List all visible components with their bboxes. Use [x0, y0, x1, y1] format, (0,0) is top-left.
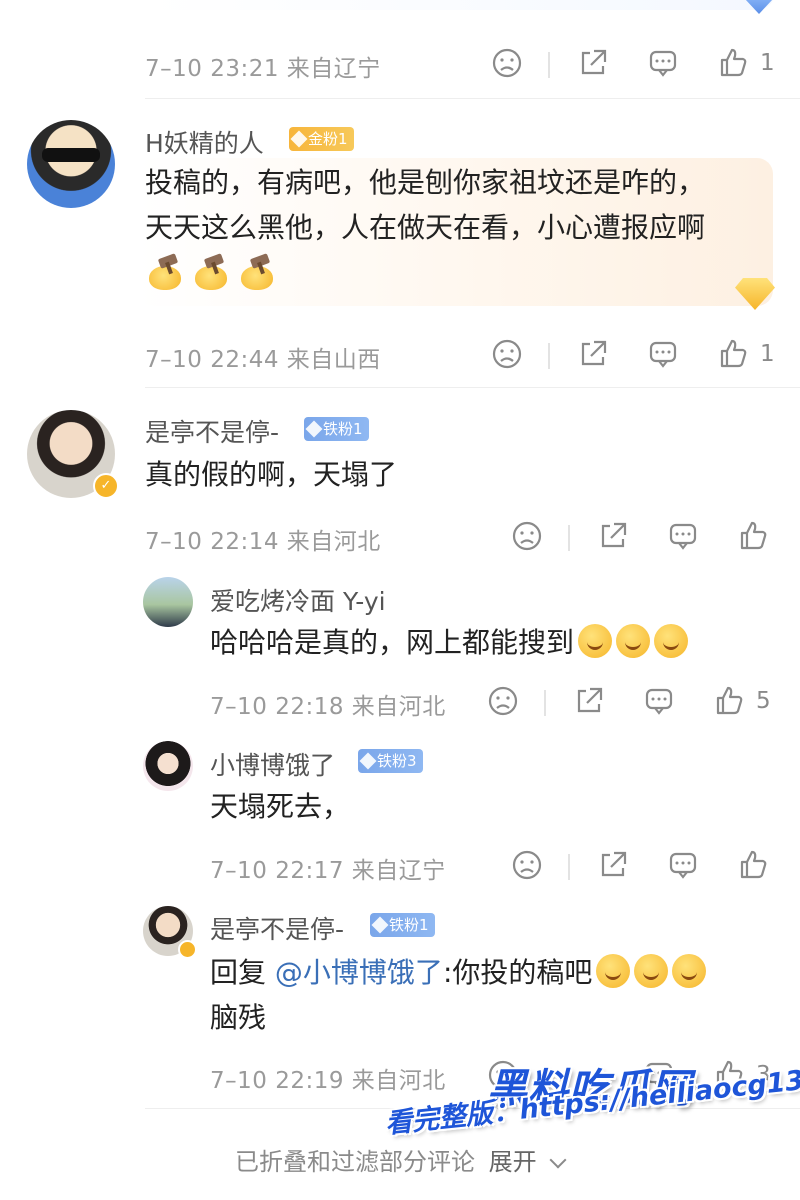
- share-icon[interactable]: [572, 684, 606, 718]
- expand-button[interactable]: 展开: [489, 1148, 537, 1176]
- username[interactable]: H妖精的人: [145, 124, 264, 160]
- hammer-face-icon: [145, 253, 183, 292]
- verified-badge-icon: [178, 940, 197, 959]
- hug-face-icon: [672, 954, 707, 988]
- dislike-face-icon[interactable]: [490, 46, 524, 80]
- verified-badge-icon: ✓: [93, 473, 119, 499]
- emoji-row: [145, 253, 785, 299]
- username[interactable]: 爱吃烤冷面 Y-yi: [210, 582, 386, 618]
- fan-badge[interactable]: 铁粉1: [304, 417, 369, 441]
- avatar-sunglasses: [42, 148, 100, 162]
- avatar[interactable]: [27, 120, 115, 208]
- diamond-icon: [305, 420, 323, 438]
- comment-actions: [510, 848, 780, 888]
- thumbs-up-icon[interactable]: [736, 519, 770, 553]
- comment-line: 哈哈哈是真的，网上都能搜到: [210, 626, 575, 659]
- divider: [548, 343, 550, 369]
- divider: [145, 98, 800, 99]
- thumbs-up-icon[interactable]: [716, 337, 750, 371]
- chevron-down-icon: [549, 1151, 567, 1169]
- diamond-icon: [290, 130, 308, 148]
- shush-face-icon: [654, 624, 689, 658]
- top-comment-tail: [145, 0, 775, 10]
- share-icon[interactable]: [576, 46, 610, 80]
- comment-icon[interactable]: [666, 519, 700, 553]
- like-count: 5: [756, 688, 771, 714]
- timestamp-location: 7–10 22:18 来自河北: [210, 694, 446, 720]
- timestamp-location: 7–10 22:19 来自河北: [210, 1068, 446, 1094]
- comment-text: 天塌死去，: [210, 790, 351, 823]
- share-icon[interactable]: [596, 519, 630, 553]
- username[interactable]: 是亭不是停-: [210, 910, 344, 946]
- timestamp-location: 7–10 22:17 来自辽宁: [210, 858, 446, 884]
- thumbs-up-icon[interactable]: [716, 46, 750, 80]
- avatar[interactable]: [143, 741, 193, 791]
- like-count: 1: [760, 341, 775, 367]
- diamond-icon: [371, 916, 389, 934]
- mention-link[interactable]: @小博博饿了: [275, 956, 443, 989]
- fan-badge[interactable]: 金粉1: [289, 127, 354, 151]
- comment-text: 投稿的，有病吧，他是刨你家祖坟还是咋的， 天天这么黑他，人在做天在看，小心遭报应…: [145, 160, 785, 299]
- comment-line: 投稿的，有病吧，他是刨你家祖坟还是咋的，: [145, 166, 706, 199]
- dislike-face-icon[interactable]: [510, 519, 544, 553]
- comment-line: :你投的稿吧: [442, 956, 593, 989]
- comment-line: 脑残: [210, 1001, 267, 1034]
- comment-icon[interactable]: [646, 46, 680, 80]
- hug-face-icon: [634, 954, 669, 988]
- username[interactable]: 是亭不是停-: [145, 413, 279, 449]
- comment-icon[interactable]: [646, 337, 680, 371]
- divider: [145, 387, 800, 388]
- divider: [568, 854, 570, 880]
- username[interactable]: 小博博饿了: [210, 746, 335, 782]
- comment-actions: [510, 519, 780, 559]
- hug-face-icon: [596, 954, 631, 988]
- comment-line: 天天这么黑他，人在做天在看，小心遭报应啊: [145, 211, 706, 244]
- fan-badge[interactable]: 铁粉1: [370, 913, 435, 937]
- share-icon[interactable]: [576, 337, 610, 371]
- comment-text: 哈哈哈是真的，网上都能搜到: [210, 620, 689, 665]
- fan-badge[interactable]: 铁粉3: [358, 749, 423, 773]
- badge-label: 铁粉1: [323, 420, 363, 438]
- dislike-face-icon[interactable]: [510, 848, 544, 882]
- comment-text: 回复 @小博博饿了:你投的稿吧 脑残: [210, 950, 707, 1040]
- divider: [568, 525, 570, 551]
- divider: [544, 690, 546, 716]
- share-icon[interactable]: [596, 848, 630, 882]
- folded-comments-notice[interactable]: 已折叠和过滤部分评论 展开: [235, 1142, 567, 1177]
- like-count: 1: [760, 50, 775, 76]
- dislike-face-icon[interactable]: [486, 684, 520, 718]
- comment-text: 真的假的啊，天塌了: [145, 458, 398, 491]
- badge-label: 金粉1: [308, 130, 348, 148]
- folded-label: 已折叠和过滤部分评论: [235, 1148, 475, 1176]
- shush-face-icon: [616, 624, 651, 658]
- diamond-icon: [359, 752, 377, 770]
- hammer-face-icon: [237, 253, 275, 292]
- timestamp-location: 7–10 23:21 来自辽宁: [145, 56, 381, 82]
- comment-actions: 1: [490, 46, 780, 86]
- avatar[interactable]: [143, 577, 193, 627]
- dislike-face-icon[interactable]: [490, 337, 524, 371]
- reply-prefix: 回复: [210, 956, 267, 989]
- divider: [548, 52, 550, 78]
- badge-label: 铁粉1: [389, 916, 429, 934]
- comment-actions: 1: [490, 337, 780, 377]
- comment-icon[interactable]: [666, 848, 700, 882]
- comment-icon[interactable]: [642, 684, 676, 718]
- shush-face-icon: [578, 624, 613, 658]
- hammer-face-icon: [191, 253, 229, 292]
- thumbs-up-icon[interactable]: [712, 684, 746, 718]
- timestamp-location: 7–10 22:44 来自山西: [145, 347, 381, 373]
- thumbs-up-icon[interactable]: [736, 848, 770, 882]
- badge-label: 铁粉3: [377, 752, 417, 770]
- comment-actions: 5: [486, 684, 780, 724]
- timestamp-location: 7–10 22:14 来自河北: [145, 529, 381, 555]
